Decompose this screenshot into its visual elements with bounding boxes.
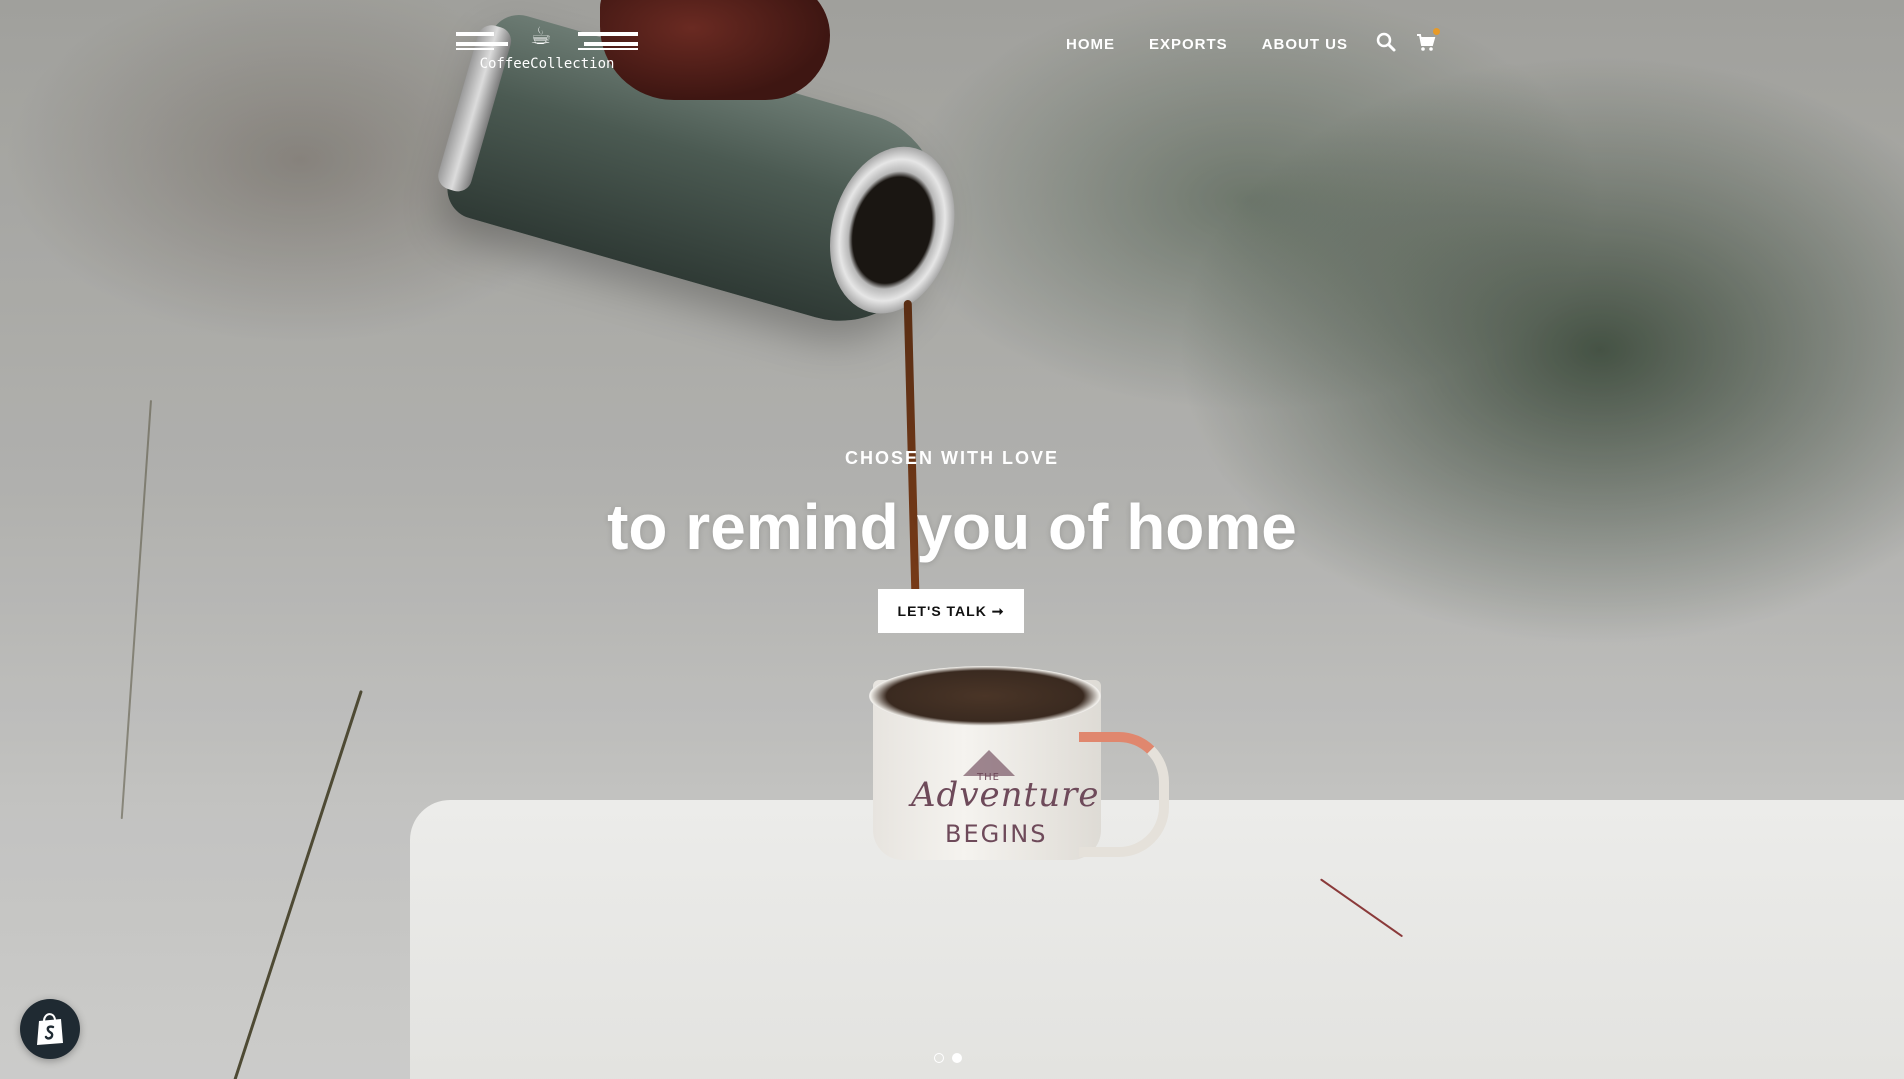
hero-eyebrow: CHOSEN WITH LOVE <box>844 448 1059 468</box>
mug-text-adventure: Adventure <box>911 775 1100 815</box>
logo-bar <box>456 48 494 50</box>
twig <box>230 690 363 1079</box>
mug-rim <box>869 666 1101 726</box>
site-logo[interactable]: ☕ CoffeeCollection <box>456 18 638 74</box>
coffee-cup-icon: ☕ <box>530 22 552 50</box>
site-header: ☕ CoffeeCollection HOME EXPORTS ABOUT US <box>0 0 1904 100</box>
snow-ledge <box>410 800 1904 1079</box>
nav-item-exports[interactable]: EXPORTS <box>1149 36 1228 53</box>
shopify-bag-icon[interactable] <box>20 999 80 1059</box>
mug-image: THE Adventure BEGINS <box>869 666 1169 860</box>
hero-headline: to remind you of home <box>607 491 1297 563</box>
logo-bar <box>456 32 494 36</box>
cart-icon[interactable] <box>1414 28 1440 54</box>
slider-dots <box>934 1053 962 1063</box>
logo-bar <box>456 42 508 46</box>
logo-bar <box>584 42 638 46</box>
logo-bar <box>578 48 638 50</box>
mug-text-begins: BEGINS <box>945 820 1048 848</box>
main-nav: HOME EXPORTS ABOUT US <box>1066 36 1348 53</box>
cart-badge <box>1433 28 1440 35</box>
nav-item-about-us[interactable]: ABOUT US <box>1262 36 1348 53</box>
lets-talk-button[interactable]: LET'S TALK ➞ <box>878 589 1024 633</box>
logo-bar <box>578 32 638 36</box>
nav-item-home[interactable]: HOME <box>1066 36 1115 53</box>
thermos-mouth <box>811 131 974 329</box>
slider-dot[interactable] <box>934 1053 944 1063</box>
search-icon[interactable] <box>1374 30 1398 54</box>
slider-dot-active[interactable] <box>952 1053 962 1063</box>
logo-text: CoffeeCollection <box>479 56 615 72</box>
